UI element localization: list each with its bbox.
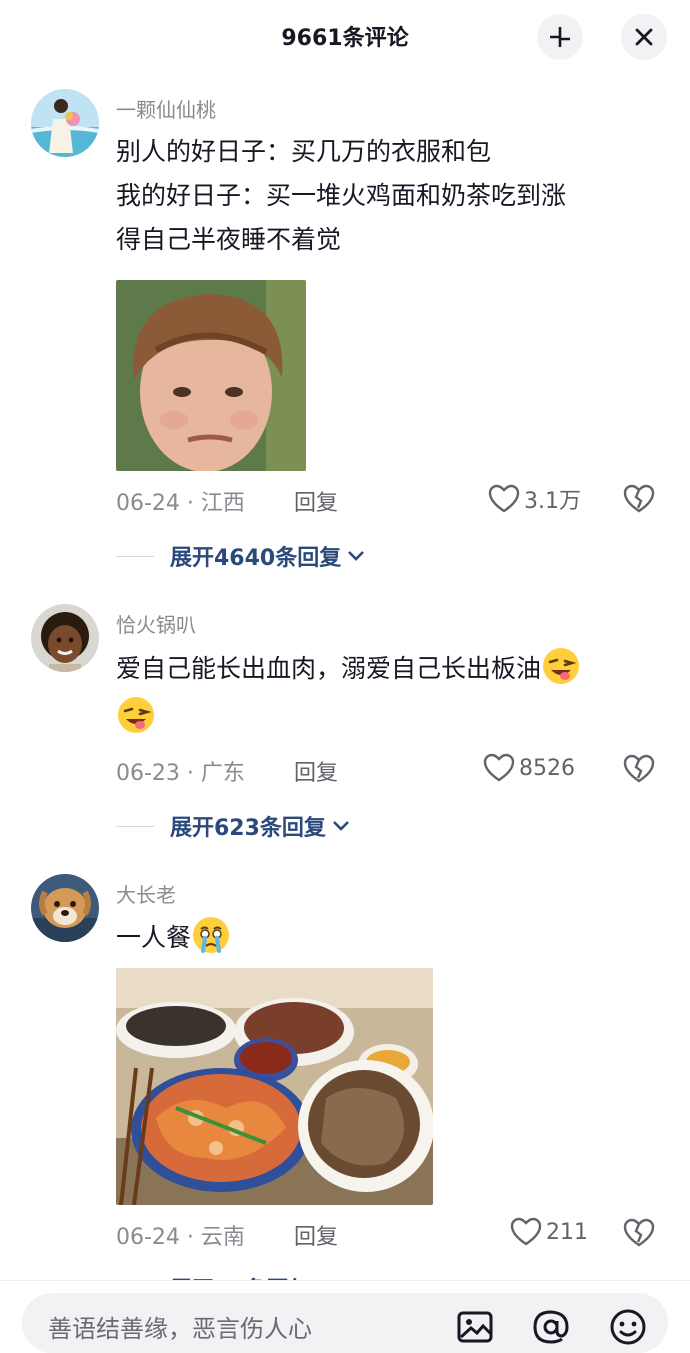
comment-text: 爱自己能长出血肉，溺爱自己长出板油	[116, 646, 646, 743]
comment-image[interactable]	[116, 280, 306, 471]
comment-line: 得自己半夜睡不着觉	[116, 225, 342, 254]
reply-button[interactable]: 回复	[294, 485, 338, 517]
collapse-button[interactable]	[537, 14, 583, 60]
heart-icon	[488, 484, 520, 513]
chevron-down-icon	[333, 821, 349, 831]
heart-icon	[510, 1217, 542, 1246]
at-icon[interactable]	[531, 1307, 571, 1347]
expand-replies-label: 展开4640条回复	[170, 546, 342, 571]
comments-count-title: 9661条评论	[281, 26, 409, 51]
reply-button[interactable]: 回复	[294, 755, 338, 787]
close-icon	[635, 28, 653, 46]
like-count: 211	[546, 1219, 588, 1245]
comment-text: 别人的好日子：买几万的衣服和包 我的好日子：买一堆火鸡面和奶茶吃到涨 得自己半夜…	[116, 130, 646, 262]
comment-date-location: 06-23 · 广东	[116, 761, 245, 786]
comment-line-text: 一人餐	[116, 923, 192, 952]
like-count: 3.1万	[524, 489, 581, 514]
compress-icon	[550, 27, 570, 47]
like-button[interactable]: 211	[510, 1217, 588, 1247]
chevron-down-icon	[348, 551, 365, 561]
comment-username[interactable]: 一颗仙仙桃	[116, 94, 216, 123]
comment-input-placeholder: 善语结善缘，恶言伤人心	[48, 1315, 312, 1343]
comment-username[interactable]: 恰火锅叭	[116, 609, 196, 638]
comment-input[interactable]: 善语结善缘，恶言伤人心	[22, 1293, 668, 1353]
reply-button[interactable]: 回复	[294, 1219, 338, 1251]
comment-line-text: 爱自己能长出血肉，溺爱自己长出板油	[116, 654, 542, 683]
comment-line: 别人的好日子：买几万的衣服和包	[116, 137, 492, 166]
expand-replies-button[interactable]: 展开623条回复	[116, 810, 350, 842]
divider	[116, 825, 154, 827]
expand-replies-button[interactable]: 展开4640条回复	[116, 540, 365, 572]
avatar[interactable]	[31, 89, 99, 157]
comment-line: 爱自己能长出血肉，溺爱自己长出板油	[116, 646, 646, 691]
broken-heart-icon[interactable]	[623, 1217, 655, 1249]
broken-heart-icon[interactable]	[623, 483, 655, 515]
like-button[interactable]: 3.1万	[488, 483, 581, 515]
comment-input-bar: 善语结善缘，恶言伤人心	[0, 1280, 690, 1353]
avatar[interactable]	[31, 604, 99, 672]
like-count: 8526	[519, 755, 575, 781]
comments-header: 9661条评论	[0, 0, 690, 70]
comment-line: 我的好日子：买一堆火鸡面和奶茶吃到涨	[116, 181, 567, 210]
close-button[interactable]	[621, 14, 667, 60]
expand-replies-label: 展开623条回复	[170, 816, 326, 841]
comment-date-location: 06-24 · 云南	[116, 1225, 245, 1250]
heart-icon	[483, 753, 515, 782]
comment-text: 一人餐	[116, 915, 646, 960]
avatar[interactable]	[31, 874, 99, 942]
image-icon[interactable]	[455, 1307, 495, 1347]
comment-image[interactable]	[116, 968, 433, 1205]
broken-heart-icon[interactable]	[623, 753, 655, 785]
like-button[interactable]: 8526	[483, 753, 575, 783]
wink-emoji	[543, 648, 580, 684]
comment-date-location: 06-24 · 江西	[116, 491, 245, 516]
crying-emoji	[193, 917, 230, 953]
smile-icon[interactable]	[608, 1307, 648, 1347]
comment-username[interactable]: 大长老	[116, 879, 176, 908]
divider	[116, 555, 154, 557]
comment-line: 一人餐	[116, 915, 646, 960]
wink-emoji	[118, 697, 154, 733]
